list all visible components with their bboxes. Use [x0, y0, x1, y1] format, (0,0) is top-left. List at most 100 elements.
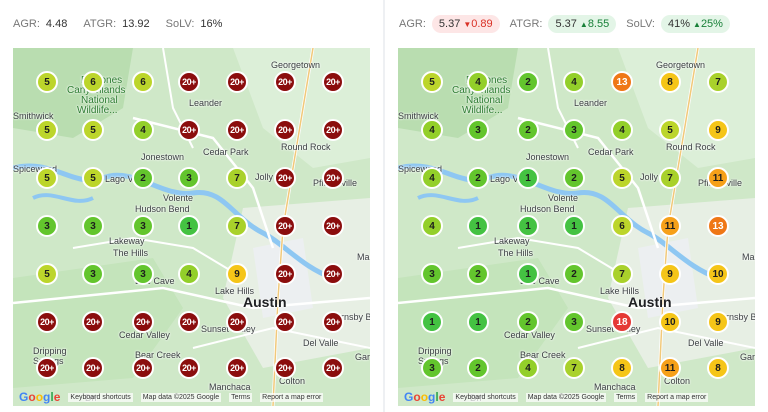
rank-marker[interactable]: 6	[611, 215, 633, 237]
rank-marker[interactable]: 10	[659, 311, 681, 333]
rank-marker[interactable]: 7	[563, 357, 585, 379]
rank-marker[interactable]: 13	[707, 215, 729, 237]
rank-marker[interactable]: 5	[82, 167, 104, 189]
rank-marker[interactable]: 2	[563, 263, 585, 285]
map[interactable]: GeorgetownBalconesCanyonlandsNationalWil…	[13, 48, 370, 406]
rank-marker[interactable]: 2	[467, 263, 489, 285]
rank-marker[interactable]: 8	[659, 71, 681, 93]
rank-marker[interactable]: 5	[36, 263, 58, 285]
rank-marker[interactable]: 1	[517, 167, 539, 189]
rank-marker[interactable]: 20+	[82, 311, 104, 333]
rank-marker[interactable]: 3	[421, 263, 443, 285]
rank-marker[interactable]: 8	[611, 357, 633, 379]
rank-marker[interactable]: 20+	[36, 357, 58, 379]
rank-marker[interactable]: 9	[707, 119, 729, 141]
rank-marker[interactable]: 2	[132, 167, 154, 189]
rank-marker[interactable]: 2	[563, 167, 585, 189]
report-map-error-link[interactable]: Report a map error	[645, 392, 709, 402]
rank-marker[interactable]: 9	[707, 311, 729, 333]
rank-marker[interactable]: 2	[467, 167, 489, 189]
rank-marker[interactable]: 11	[659, 215, 681, 237]
rank-marker[interactable]: 20+	[36, 311, 58, 333]
rank-marker[interactable]: 4	[132, 119, 154, 141]
rank-marker[interactable]: 3	[132, 215, 154, 237]
rank-marker[interactable]: 20+	[274, 71, 296, 93]
rank-marker[interactable]: 20+	[322, 311, 344, 333]
rank-marker[interactable]: 2	[517, 71, 539, 93]
rank-marker[interactable]: 1	[517, 263, 539, 285]
keyboard-shortcuts-link[interactable]: Keyboard shortcuts	[453, 392, 518, 402]
rank-marker[interactable]: 20+	[226, 311, 248, 333]
rank-marker[interactable]: 3	[82, 263, 104, 285]
rank-marker[interactable]: 20+	[274, 263, 296, 285]
rank-marker[interactable]: 20+	[226, 119, 248, 141]
rank-marker[interactable]: 3	[467, 119, 489, 141]
rank-marker[interactable]: 4	[178, 263, 200, 285]
rank-marker[interactable]: 9	[659, 263, 681, 285]
rank-marker[interactable]: 4	[611, 119, 633, 141]
rank-marker[interactable]: 5	[659, 119, 681, 141]
rank-marker[interactable]: 5	[82, 119, 104, 141]
rank-marker[interactable]: 1	[517, 215, 539, 237]
rank-marker[interactable]: 20+	[226, 357, 248, 379]
rank-marker[interactable]: 7	[659, 167, 681, 189]
rank-marker[interactable]: 1	[421, 311, 443, 333]
rank-marker[interactable]: 20+	[322, 357, 344, 379]
rank-marker[interactable]: 1	[563, 215, 585, 237]
rank-marker[interactable]: 20+	[178, 311, 200, 333]
rank-marker[interactable]: 1	[178, 215, 200, 237]
rank-marker[interactable]: 20+	[178, 357, 200, 379]
rank-marker[interactable]: 20+	[82, 357, 104, 379]
rank-marker[interactable]: 5	[36, 71, 58, 93]
rank-marker[interactable]: 3	[563, 119, 585, 141]
rank-marker[interactable]: 4	[421, 215, 443, 237]
rank-marker[interactable]: 4	[421, 167, 443, 189]
rank-marker[interactable]: 5	[421, 71, 443, 93]
rank-marker[interactable]: 3	[178, 167, 200, 189]
keyboard-shortcuts-link[interactable]: Keyboard shortcuts	[68, 392, 133, 402]
rank-marker[interactable]: 20+	[274, 311, 296, 333]
rank-marker[interactable]: 6	[82, 71, 104, 93]
rank-marker[interactable]: 5	[36, 167, 58, 189]
rank-marker[interactable]: 20+	[226, 71, 248, 93]
terms-link[interactable]: Terms	[229, 392, 253, 402]
rank-marker[interactable]: 3	[82, 215, 104, 237]
rank-marker[interactable]: 2	[517, 119, 539, 141]
rank-marker[interactable]: 20+	[322, 167, 344, 189]
rank-marker[interactable]: 20+	[274, 167, 296, 189]
rank-marker[interactable]: 18	[611, 311, 633, 333]
rank-marker[interactable]: 8	[707, 357, 729, 379]
rank-marker[interactable]: 20+	[274, 357, 296, 379]
rank-marker[interactable]: 20+	[322, 215, 344, 237]
map[interactable]: GeorgetownBalconesCanyonlandsNationalWil…	[398, 48, 755, 406]
terms-link[interactable]: Terms	[614, 392, 638, 402]
rank-marker[interactable]: 1	[467, 311, 489, 333]
rank-marker[interactable]: 1	[467, 215, 489, 237]
rank-marker[interactable]: 4	[467, 71, 489, 93]
rank-marker[interactable]: 20+	[274, 215, 296, 237]
rank-marker[interactable]: 11	[707, 167, 729, 189]
rank-marker[interactable]: 4	[517, 357, 539, 379]
rank-marker[interactable]: 3	[563, 311, 585, 333]
rank-marker[interactable]: 4	[563, 71, 585, 93]
rank-marker[interactable]: 20+	[178, 119, 200, 141]
rank-marker[interactable]: 7	[226, 215, 248, 237]
rank-marker[interactable]: 2	[517, 311, 539, 333]
rank-marker[interactable]: 2	[467, 357, 489, 379]
rank-marker[interactable]: 20+	[132, 357, 154, 379]
rank-marker[interactable]: 5	[36, 119, 58, 141]
rank-marker[interactable]: 7	[611, 263, 633, 285]
rank-marker[interactable]: 20+	[322, 263, 344, 285]
rank-marker[interactable]: 3	[36, 215, 58, 237]
report-map-error-link[interactable]: Report a map error	[260, 392, 324, 402]
rank-marker[interactable]: 7	[707, 71, 729, 93]
rank-marker[interactable]: 20+	[132, 311, 154, 333]
rank-marker[interactable]: 4	[421, 119, 443, 141]
rank-marker[interactable]: 3	[421, 357, 443, 379]
rank-marker[interactable]: 13	[611, 71, 633, 93]
rank-marker[interactable]: 5	[611, 167, 633, 189]
rank-marker[interactable]: 20+	[322, 119, 344, 141]
rank-marker[interactable]: 11	[659, 357, 681, 379]
rank-marker[interactable]: 20+	[274, 119, 296, 141]
rank-marker[interactable]: 6	[132, 71, 154, 93]
